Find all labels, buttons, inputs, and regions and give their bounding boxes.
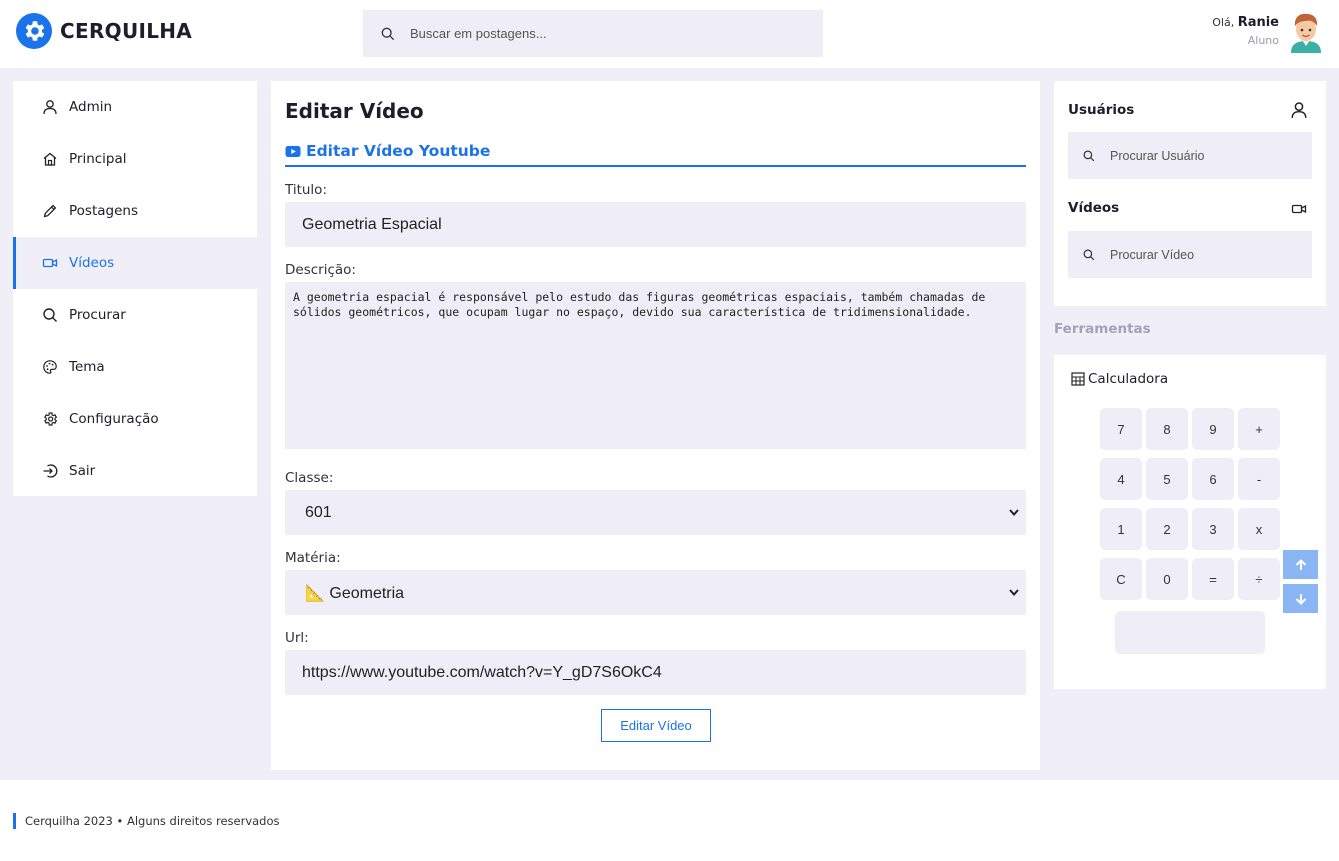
post-search-bar[interactable] bbox=[363, 10, 823, 57]
videos-title: Vídeos bbox=[1068, 200, 1120, 216]
right-search-panel: Usuários Vídeos bbox=[1054, 81, 1326, 306]
calculator-title: Calculadora bbox=[1071, 371, 1168, 387]
user-icon bbox=[1291, 102, 1307, 118]
arrow-up-icon bbox=[1295, 558, 1306, 570]
chevron-down-icon bbox=[1009, 589, 1019, 597]
calc-key-4[interactable]: 4 bbox=[1100, 458, 1142, 500]
user-info: Olá, Ranie Aluno bbox=[1212, 15, 1279, 47]
sidebar-item-videos[interactable]: Vídeos bbox=[13, 237, 257, 289]
sidebar-item-admin[interactable]: Admin bbox=[13, 81, 257, 133]
user-role: Aluno bbox=[1247, 34, 1279, 47]
video-search-input[interactable] bbox=[1110, 247, 1300, 262]
url-label: Url: bbox=[285, 630, 309, 646]
section-title-label: Editar Vídeo Youtube bbox=[306, 142, 491, 160]
sidebar-nav: Admin Principal Postagens Vídeos Procura… bbox=[13, 81, 257, 496]
calculator-panel: Calculadora 7 8 9 + 4 5 6 - 1 2 3 x C 0 … bbox=[1054, 355, 1326, 689]
sidebar-item-label: Postagens bbox=[69, 203, 138, 219]
arrow-down-icon bbox=[1295, 593, 1306, 605]
search-icon bbox=[381, 27, 395, 40]
logout-icon bbox=[41, 462, 59, 480]
user-greeting: Olá, Ranie bbox=[1212, 15, 1279, 30]
calculator-icon bbox=[1071, 372, 1085, 386]
search-icon bbox=[1083, 150, 1095, 161]
calc-key-multiply[interactable]: x bbox=[1238, 508, 1280, 550]
gear-logo-icon bbox=[16, 13, 52, 49]
subject-select-value: 📐 Geometria bbox=[305, 584, 405, 602]
calc-key-0[interactable]: 0 bbox=[1146, 558, 1188, 600]
scroll-down-button[interactable] bbox=[1283, 584, 1318, 613]
calc-key-7[interactable]: 7 bbox=[1100, 408, 1142, 450]
calculator-title-label: Calculadora bbox=[1088, 371, 1169, 387]
app-name: CERQUILHA bbox=[60, 19, 193, 43]
edit-video-form: Editar Vídeo Editar Vídeo Youtube Titulo… bbox=[271, 81, 1040, 770]
post-search-input[interactable] bbox=[410, 26, 790, 41]
sidebar-item-tema[interactable]: Tema bbox=[13, 341, 257, 393]
edit-video-button[interactable]: Editar Vídeo bbox=[601, 709, 711, 742]
users-title: Usuários bbox=[1068, 102, 1135, 118]
calc-key-clear[interactable]: C bbox=[1100, 558, 1142, 600]
sidebar-item-label: Configuração bbox=[69, 411, 159, 427]
gear-icon bbox=[41, 410, 59, 428]
calculator-display bbox=[1115, 611, 1265, 654]
calc-key-divide[interactable]: ÷ bbox=[1238, 558, 1280, 600]
calc-key-2[interactable]: 2 bbox=[1146, 508, 1188, 550]
page-title: Editar Vídeo bbox=[285, 99, 424, 123]
sidebar-item-procurar[interactable]: Procurar bbox=[13, 289, 257, 341]
sidebar-item-label: Sair bbox=[69, 463, 96, 479]
sidebar-item-label: Vídeos bbox=[69, 255, 115, 271]
home-icon bbox=[41, 150, 59, 168]
sidebar-item-label: Principal bbox=[69, 151, 127, 167]
video-icon bbox=[1291, 204, 1307, 214]
calc-key-equals[interactable]: = bbox=[1192, 558, 1234, 600]
logo[interactable]: CERQUILHA bbox=[16, 13, 192, 49]
scroll-up-button[interactable] bbox=[1283, 550, 1318, 579]
description-field[interactable]: A geometria espacial é responsável pelo … bbox=[285, 282, 1026, 449]
pencil-icon bbox=[41, 202, 59, 220]
footer: Cerquilha 2023 • Alguns direitos reserva… bbox=[0, 780, 1339, 861]
class-select-value: 601 bbox=[305, 503, 332, 521]
calc-key-plus[interactable]: + bbox=[1238, 408, 1280, 450]
palette-icon bbox=[41, 358, 59, 376]
video-search-bar[interactable] bbox=[1068, 231, 1312, 278]
user-search-input[interactable] bbox=[1110, 148, 1300, 163]
top-header: CERQUILHA Olá, Ranie Aluno bbox=[0, 0, 1339, 68]
tools-title: Ferramentas bbox=[1054, 321, 1151, 337]
user-icon bbox=[41, 98, 59, 116]
sidebar-item-configuracao[interactable]: Configuração bbox=[13, 393, 257, 445]
sidebar-item-postagens[interactable]: Postagens bbox=[13, 185, 257, 237]
calc-key-6[interactable]: 6 bbox=[1192, 458, 1234, 500]
calc-key-5[interactable]: 5 bbox=[1146, 458, 1188, 500]
avatar[interactable] bbox=[1287, 11, 1325, 53]
title-label: Titulo: bbox=[285, 182, 327, 198]
sidebar-item-label: Admin bbox=[69, 99, 113, 115]
class-label: Classe: bbox=[285, 470, 334, 486]
search-icon bbox=[41, 306, 59, 324]
sidebar-item-label: Procurar bbox=[69, 307, 126, 323]
calc-key-1[interactable]: 1 bbox=[1100, 508, 1142, 550]
class-select[interactable]: 601 bbox=[285, 490, 1026, 535]
title-field[interactable] bbox=[285, 202, 1026, 247]
calculator-keypad: 7 8 9 + 4 5 6 - 1 2 3 x C 0 = ÷ bbox=[1100, 408, 1280, 600]
footer-accent-bar bbox=[13, 813, 16, 829]
chevron-down-icon bbox=[1009, 509, 1019, 517]
sidebar-item-principal[interactable]: Principal bbox=[13, 133, 257, 185]
sidebar-item-sair[interactable]: Sair bbox=[13, 445, 257, 497]
subject-label: Matéria: bbox=[285, 550, 341, 566]
user-name: Ranie bbox=[1237, 15, 1279, 30]
search-icon bbox=[1083, 249, 1095, 260]
user-search-bar[interactable] bbox=[1068, 132, 1312, 179]
footer-text: Cerquilha 2023 • Alguns direitos reserva… bbox=[25, 814, 280, 828]
calc-key-3[interactable]: 3 bbox=[1192, 508, 1234, 550]
video-icon bbox=[41, 254, 59, 272]
sidebar-item-label: Tema bbox=[69, 359, 105, 375]
user-menu[interactable]: Olá, Ranie Aluno bbox=[1212, 11, 1325, 53]
calc-key-minus[interactable]: - bbox=[1238, 458, 1280, 500]
section-title: Editar Vídeo Youtube bbox=[285, 142, 1026, 167]
youtube-icon bbox=[285, 146, 301, 157]
calc-key-8[interactable]: 8 bbox=[1146, 408, 1188, 450]
url-field[interactable] bbox=[285, 650, 1026, 695]
subject-select[interactable]: 📐 Geometria bbox=[285, 570, 1026, 615]
description-label: Descrição: bbox=[285, 262, 356, 278]
calc-key-9[interactable]: 9 bbox=[1192, 408, 1234, 450]
